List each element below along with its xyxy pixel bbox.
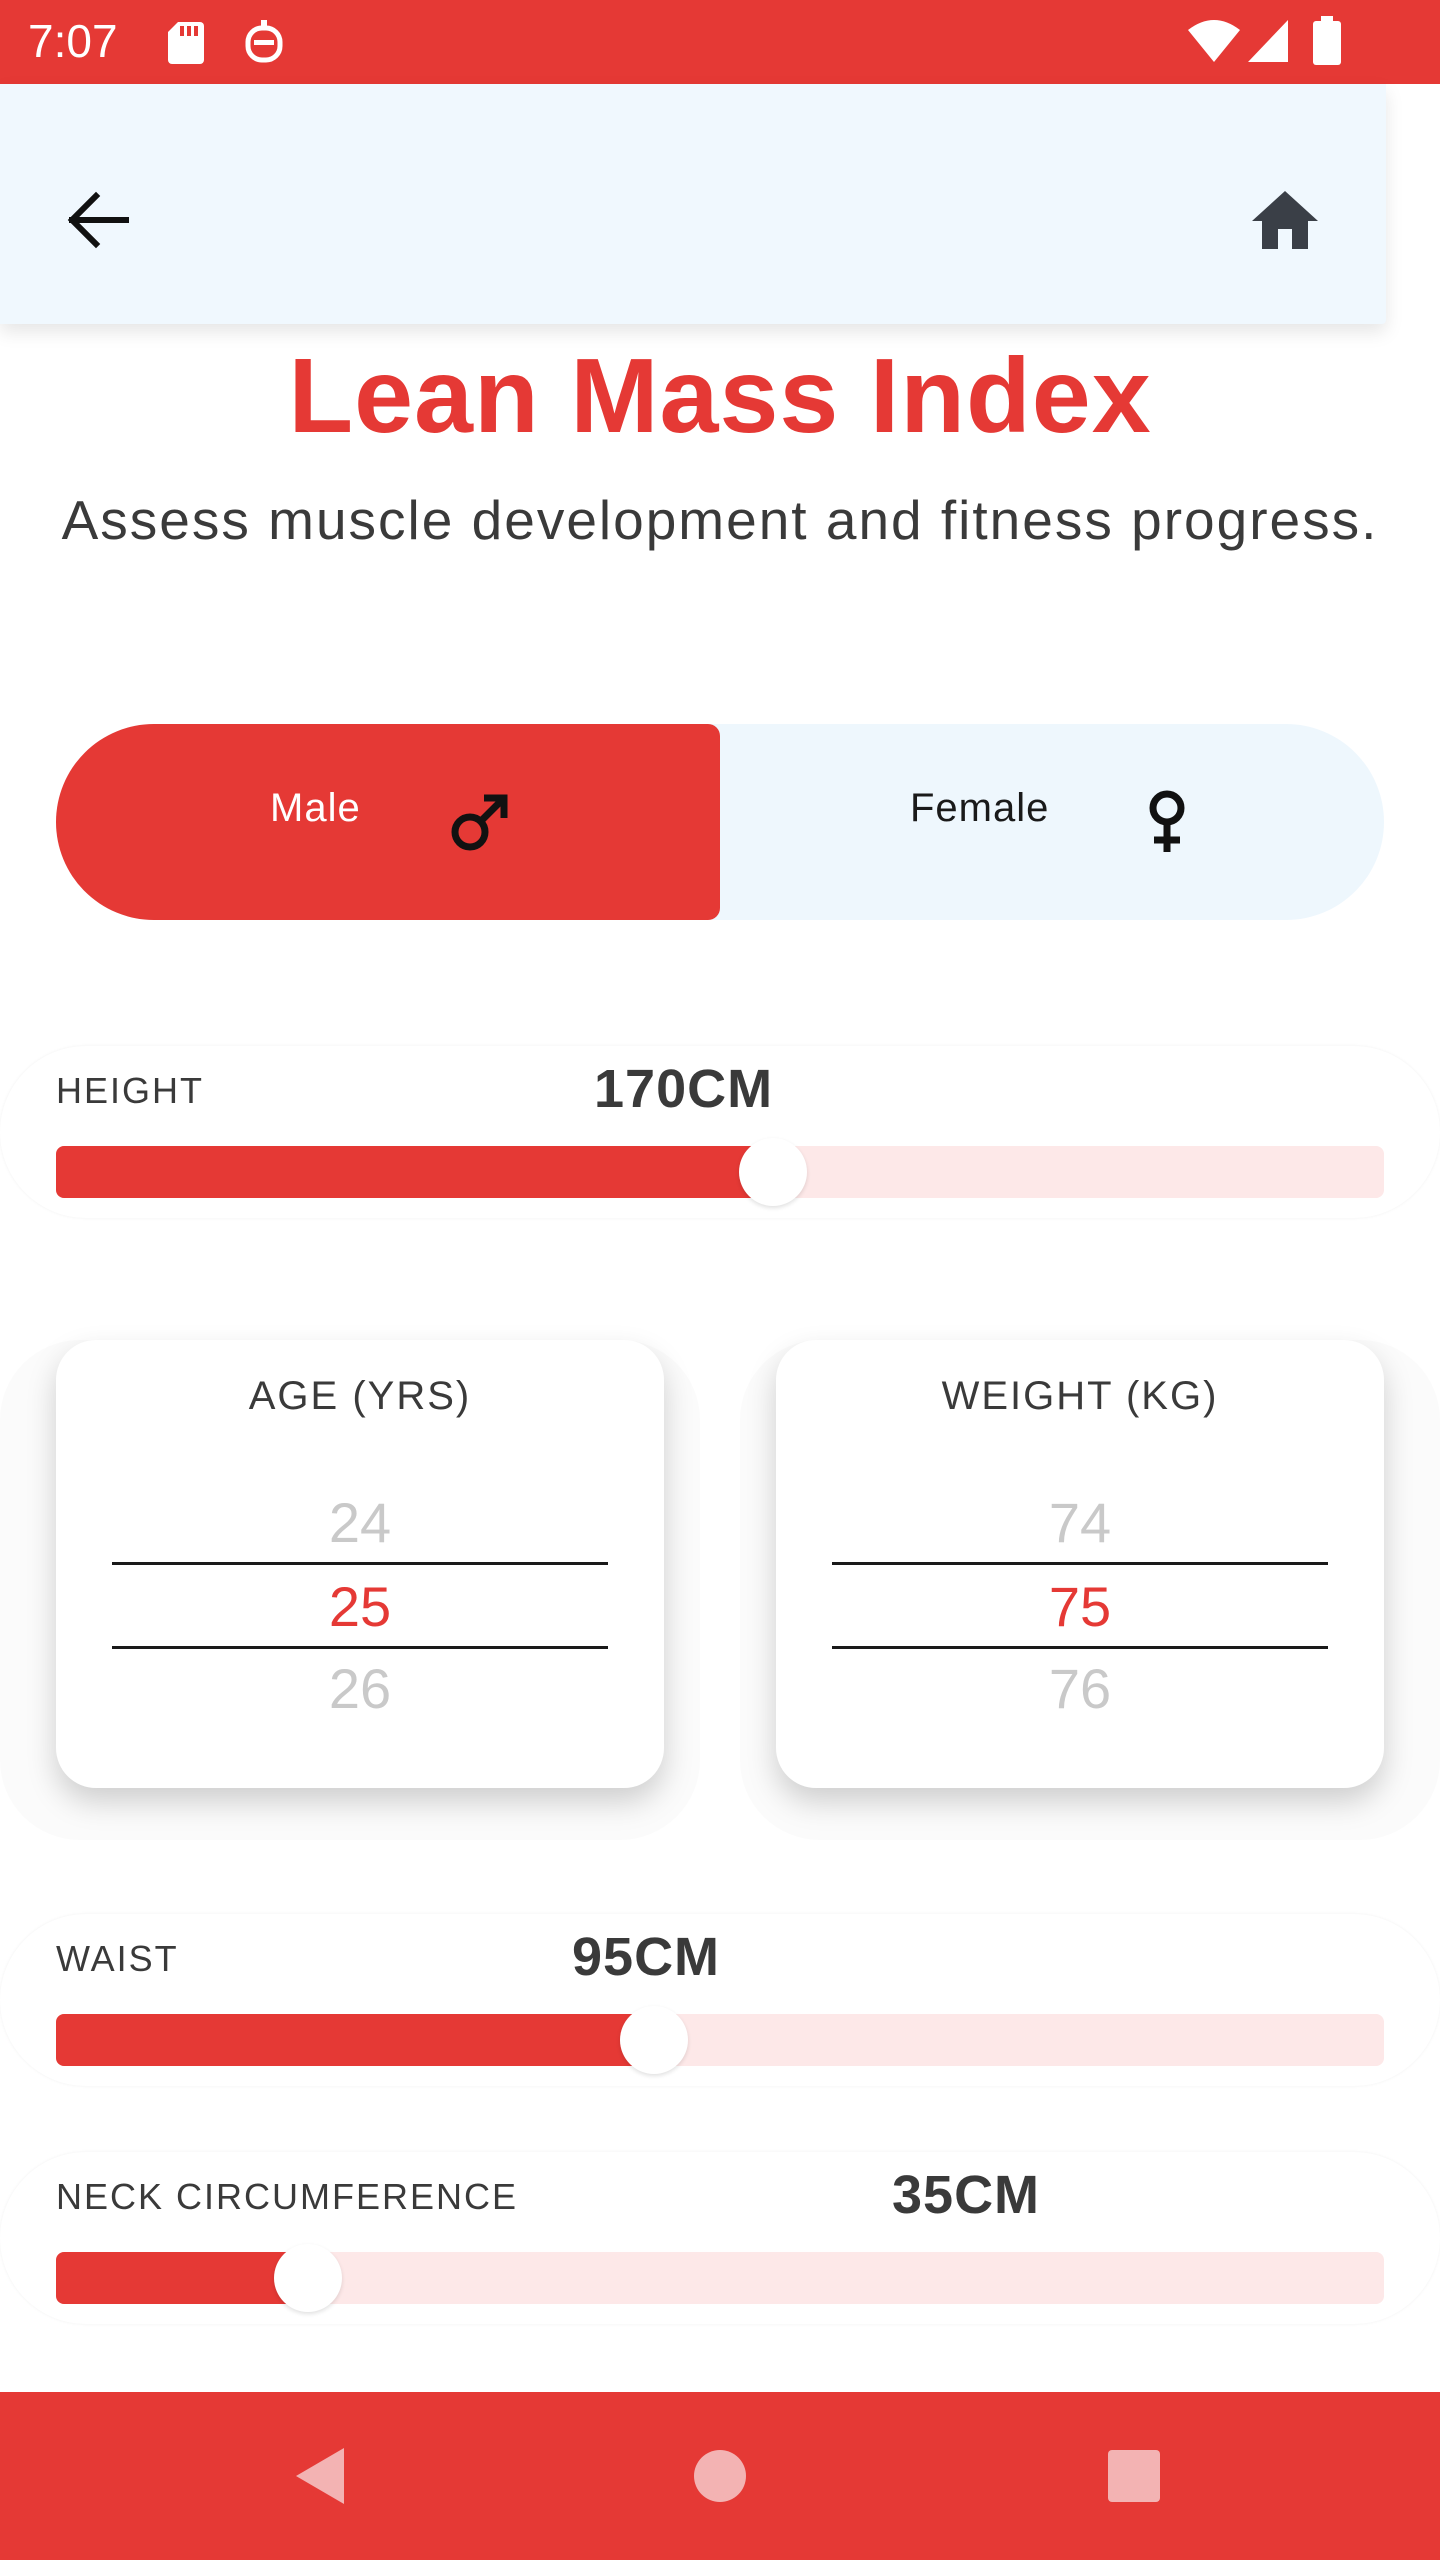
weight-prev-value[interactable]: 74: [776, 1490, 1384, 1555]
weight-picker-divider-bottom: [832, 1646, 1328, 1649]
neck-slider[interactable]: [56, 2244, 1384, 2312]
nav-home-icon: [692, 2448, 748, 2509]
neck-label: NECK CIRCUMFERENCE: [56, 2176, 519, 2217]
weight-picker-card[interactable]: WEIGHT (KG) 74 75 76: [776, 1340, 1384, 1788]
male-symbol-icon: [448, 790, 514, 861]
age-picker-card[interactable]: AGE (YRS) 24 25 26: [56, 1340, 664, 1788]
assistant-icon: [244, 18, 284, 71]
waist-slider-card: WAIST 95CM: [0, 1914, 1440, 2086]
neck-slider-thumb[interactable]: [274, 2244, 342, 2312]
signal-icon: [1246, 18, 1290, 69]
waist-slider-thumb[interactable]: [620, 2006, 688, 2074]
height-slider-thumb[interactable]: [739, 1138, 807, 1206]
nav-back-button[interactable]: [270, 2428, 370, 2528]
nav-home-button[interactable]: [670, 2428, 770, 2528]
height-slider-card: HEIGHT 170CM: [0, 1046, 1440, 1218]
waist-label: WAIST: [56, 1938, 179, 1979]
status-bar: 7:07: [0, 0, 1440, 84]
neck-slider-card: NECK CIRCUMFERENCE 35CM: [0, 2152, 1440, 2324]
back-button[interactable]: [58, 182, 138, 262]
arrow-left-icon: [66, 190, 130, 255]
system-nav-bar: [0, 2392, 1440, 2560]
nav-recents-icon: [1106, 2448, 1162, 2509]
age-selected-value[interactable]: 25: [56, 1574, 664, 1639]
status-time: 7:07: [28, 15, 118, 67]
height-slider-fill: [56, 1146, 773, 1198]
height-slider[interactable]: [56, 1138, 1384, 1206]
waist-slider[interactable]: [56, 2006, 1384, 2074]
female-symbol-icon: [1142, 790, 1192, 859]
weight-selected-value[interactable]: 75: [776, 1574, 1384, 1639]
neck-value: 35CM: [892, 2165, 1041, 2225]
wifi-icon: [1186, 18, 1242, 69]
nav-back-icon: [290, 2444, 350, 2513]
neck-slider-fill: [56, 2252, 308, 2304]
weight-picker-title: WEIGHT (KG): [941, 1374, 1219, 1418]
sd-card-icon: [166, 20, 206, 69]
page-subtitle: Assess muscle development and fitness pr…: [61, 489, 1379, 551]
age-prev-value[interactable]: 24: [56, 1490, 664, 1555]
waist-value: 95CM: [572, 1927, 721, 1987]
gender-toggle: Male Female: [56, 724, 1384, 920]
height-value: 170CM: [594, 1059, 774, 1119]
gender-male-label: Male: [270, 786, 361, 830]
height-label: HEIGHT: [56, 1070, 205, 1111]
gender-female-label: Female: [910, 786, 1050, 830]
age-picker-title: AGE (YRS): [248, 1374, 472, 1418]
page-title: Lean Mass Index: [288, 337, 1152, 455]
home-button[interactable]: [1240, 180, 1330, 264]
age-picker-divider-top: [112, 1562, 608, 1565]
age-picker-divider-bottom: [112, 1646, 608, 1649]
home-icon: [1250, 189, 1320, 256]
waist-slider-fill: [56, 2014, 654, 2066]
nav-recents-button[interactable]: [1084, 2428, 1184, 2528]
weight-next-value[interactable]: 76: [776, 1656, 1384, 1721]
gender-male-option[interactable]: Male: [56, 724, 720, 920]
age-next-value[interactable]: 26: [56, 1656, 664, 1721]
battery-icon: [1312, 16, 1342, 71]
app-bar: [0, 84, 1386, 324]
weight-picker-divider-top: [832, 1562, 1328, 1565]
